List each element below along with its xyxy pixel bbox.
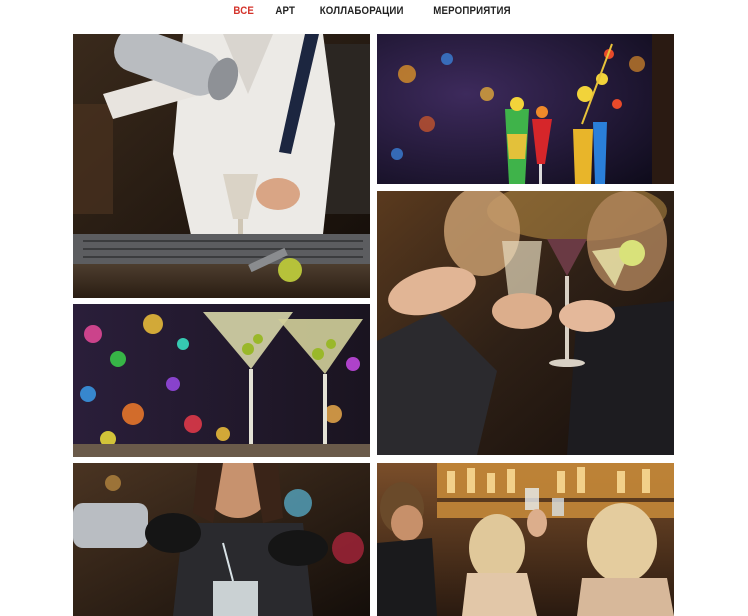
gallery-photo-bartender-shaking[interactable]: [73, 34, 370, 298]
filter-tab-collaborations[interactable]: КОЛЛАБОРАЦИИ: [320, 5, 404, 17]
gallery-photo-toasting-cocktails[interactable]: [377, 191, 674, 455]
gallery-filter-nav: ВСЕ АРТ КОЛЛАБОРАЦИИ МЕРОПРИЯТИЯ: [0, 0, 748, 22]
filter-tab-art[interactable]: АРТ: [275, 5, 295, 17]
gallery-photo-colorful-cocktails[interactable]: [377, 34, 674, 184]
gallery-photo-friends-at-bar[interactable]: [377, 463, 674, 616]
gallery-photo-bartender-pouring[interactable]: [73, 463, 370, 616]
filter-tab-events[interactable]: МЕРОПРИЯТИЯ: [433, 5, 510, 17]
filter-tab-all[interactable]: ВСЕ: [234, 5, 255, 17]
gallery-photo-martini-glasses[interactable]: [73, 304, 370, 457]
